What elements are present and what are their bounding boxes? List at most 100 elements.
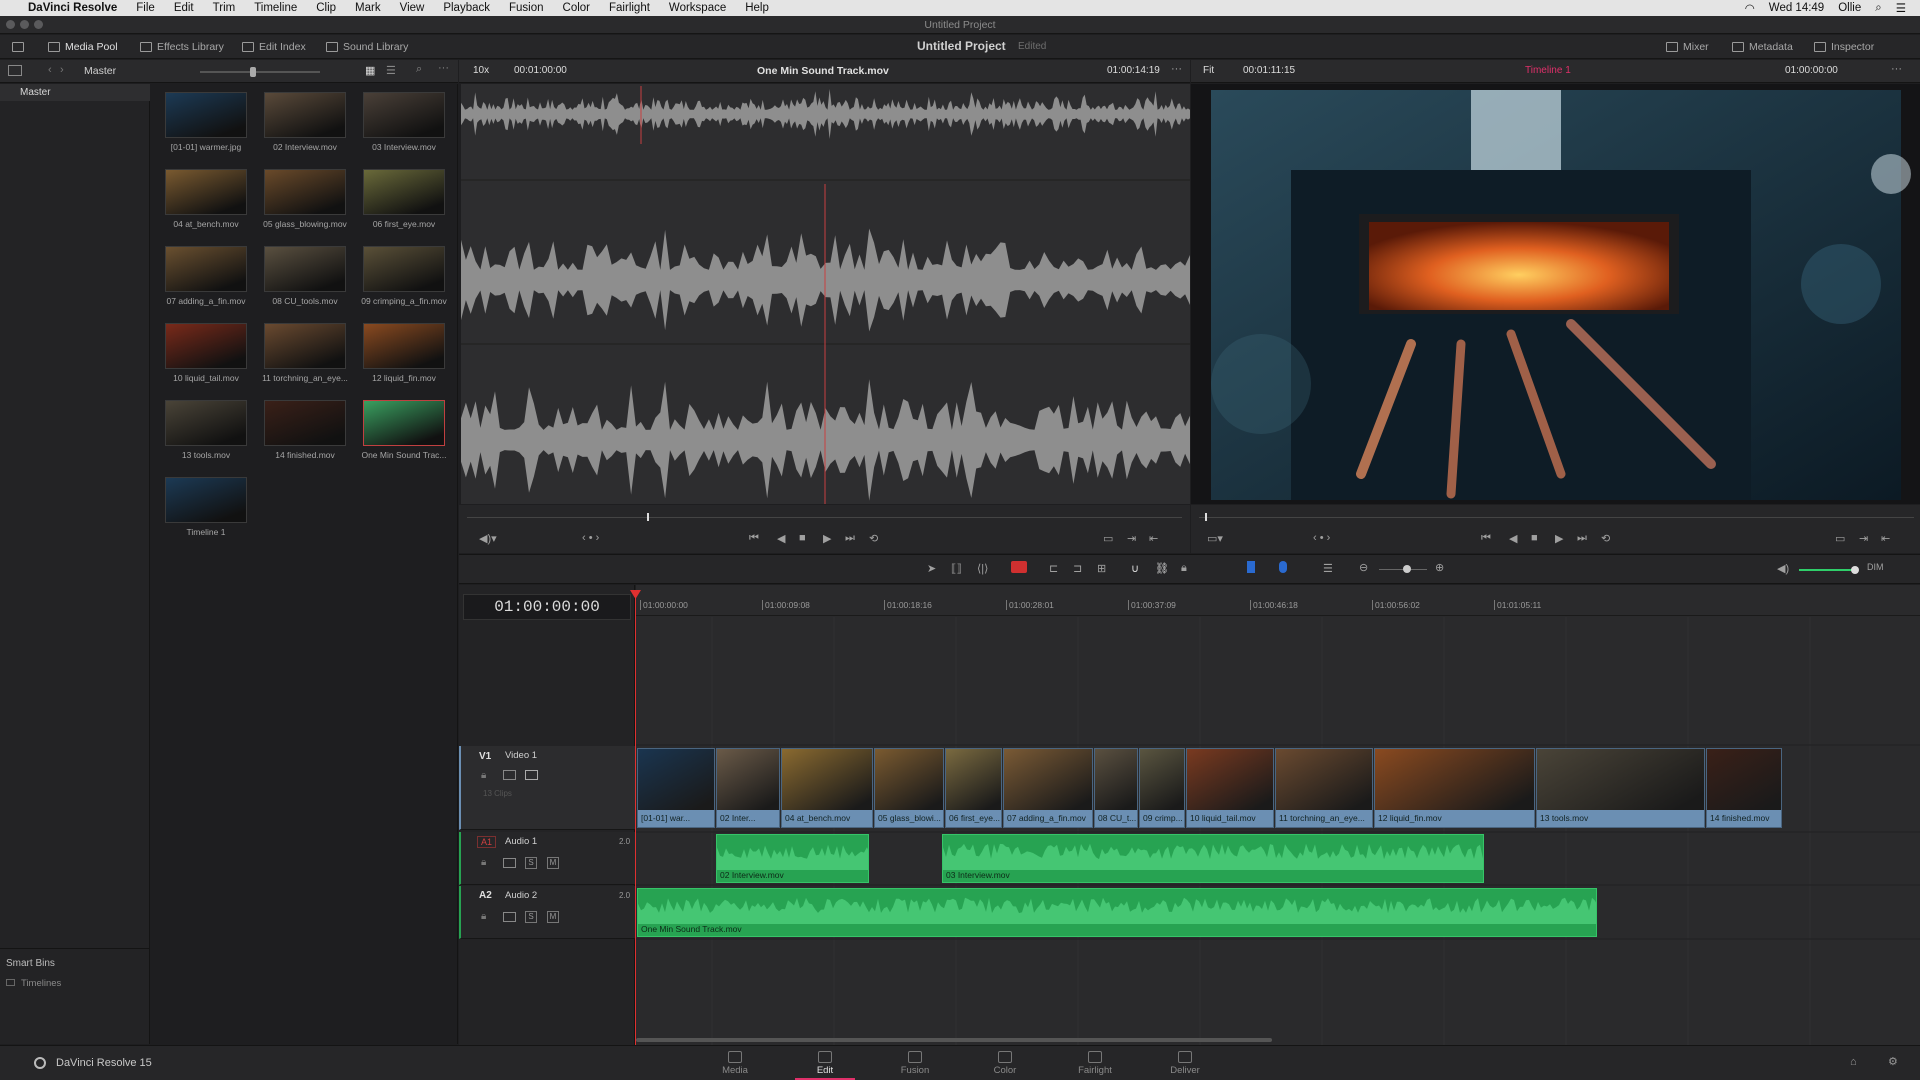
match-frame-icon[interactable]: ▭ [1103, 532, 1113, 545]
viewer-fit-dropdown[interactable]: Fit [1203, 65, 1214, 76]
insert-clip-icon[interactable]: ⊏ [1049, 562, 1058, 575]
jog-control-icon[interactable]: ‹ • › [1313, 532, 1330, 544]
mark-in-icon[interactable]: ⇥ [1127, 532, 1136, 545]
wifi-icon[interactable]: ◠ [1745, 1, 1755, 15]
timeline-horizontal-scrollbar[interactable] [636, 1038, 1272, 1042]
zoom-window-button[interactable] [34, 20, 43, 29]
flag-icon[interactable] [1247, 561, 1255, 573]
timeline-playhead[interactable] [635, 596, 636, 1045]
toggle-panel-icon[interactable] [12, 39, 24, 55]
inspector-button[interactable]: Inspector [1814, 39, 1874, 55]
replace-clip-icon[interactable]: ⊞ [1097, 562, 1106, 575]
play-icon[interactable]: ▶ [1555, 532, 1563, 545]
mark-out-icon[interactable]: ⇤ [1149, 532, 1158, 545]
bin-master[interactable]: Master [0, 84, 150, 101]
more-options-icon[interactable]: ··· [438, 62, 449, 74]
menu-workspace[interactable]: Workspace [669, 2, 726, 14]
menu-trim[interactable]: Trim [213, 2, 236, 14]
stop-icon[interactable]: ■ [1531, 532, 1538, 544]
timeline-video-clip[interactable]: [01-01] war... [637, 748, 715, 828]
solo-button[interactable]: S [525, 857, 537, 869]
media-pool-clip-thumbnail[interactable] [363, 400, 445, 446]
jog-control-icon[interactable]: ‹ • › [582, 532, 599, 544]
menu-color[interactable]: Color [563, 2, 590, 14]
media-pool-clip-name[interactable]: 06 first_eye.mov [354, 219, 454, 229]
menu-clip[interactable]: Clip [316, 2, 336, 14]
timeline-view-options-icon[interactable]: ☰ [1323, 562, 1333, 575]
menu-fusion[interactable]: Fusion [509, 2, 544, 14]
match-frame-icon[interactable]: ▭ [1835, 532, 1845, 545]
media-pool-clip-thumbnail[interactable] [165, 246, 247, 292]
metadata-button[interactable]: Metadata [1732, 39, 1793, 55]
volume-slider-handle[interactable] [1851, 566, 1859, 574]
timeline-video-clip[interactable]: 08 CU_t... [1094, 748, 1138, 828]
track-name[interactable]: Video 1 [505, 750, 537, 761]
overwrite-clip-icon[interactable]: ⊐ [1073, 562, 1082, 575]
minimize-window-button[interactable] [20, 20, 29, 29]
loop-icon[interactable]: ⟲ [869, 532, 878, 545]
media-pool-clip-thumbnail[interactable] [363, 169, 445, 215]
viewer-more-icon[interactable]: ··· [1891, 63, 1902, 75]
jump-to-start-icon[interactable]: ⏮ [749, 532, 759, 545]
notification-icon[interactable]: ☰ [1896, 1, 1906, 15]
timeline-current-timecode[interactable]: 01:00:00:00 [463, 594, 631, 620]
media-pool-clip-thumbnail[interactable] [264, 169, 346, 215]
media-pool-clip-name[interactable]: 05 glass_blowing.mov [255, 219, 355, 229]
track-name[interactable]: Audio 1 [505, 836, 537, 847]
timeline-video-clip[interactable]: 02 Inter... [716, 748, 780, 828]
media-pool-clip-thumbnail[interactable] [165, 400, 247, 446]
track-id[interactable]: A1 [477, 836, 497, 848]
media-pool-clip-thumbnail[interactable] [264, 246, 346, 292]
play-icon[interactable]: ▶ [823, 532, 831, 545]
timeline-video-clip[interactable]: 09 crimp... [1139, 748, 1185, 828]
edit-index-button[interactable]: Edit Index [242, 39, 306, 55]
next-edit-icon[interactable]: ⇥ [1859, 532, 1868, 545]
media-pool-clip-name[interactable]: 07 adding_a_fin.mov [156, 296, 256, 306]
mute-button[interactable]: M [547, 911, 559, 923]
source-scrubber[interactable] [467, 517, 1182, 518]
source-timecode-in[interactable]: 00:01:00:00 [514, 65, 567, 76]
media-pool-clip-thumbnail[interactable] [165, 169, 247, 215]
mixer-button[interactable]: Mixer [1666, 39, 1709, 55]
page-tab-edit[interactable]: Edit [795, 1046, 855, 1080]
search-icon[interactable]: ⌕ [416, 63, 422, 76]
timeline-video-clip[interactable]: 10 liquid_tail.mov [1186, 748, 1274, 828]
timeline-audio-clip[interactable]: 02 Interview.mov [716, 834, 869, 883]
media-pool-clip-thumbnail[interactable] [363, 323, 445, 369]
media-pool-clip-name[interactable]: One Min Sound Trac... [354, 450, 454, 460]
sound-library-button[interactable]: Sound Library [326, 39, 408, 55]
media-pool-clip-name[interactable]: 04 at_bench.mov [156, 219, 256, 229]
media-pool-clip-name[interactable]: 08 CU_tools.mov [255, 296, 355, 306]
source-zoom-dropdown[interactable]: 10x [473, 65, 489, 76]
track-id[interactable]: A2 [479, 890, 492, 901]
snapping-icon[interactable]: ∪ [1131, 562, 1139, 575]
trim-tool-icon[interactable]: ⟦⟧ [951, 562, 962, 575]
smart-bin-timelines[interactable]: Timelines [6, 977, 61, 989]
page-tab-media[interactable]: Media [705, 1046, 765, 1080]
jump-to-end-icon[interactable]: ⏭ [1577, 532, 1587, 545]
menu-mark[interactable]: Mark [355, 2, 381, 14]
timeline-audio-clip[interactable]: 03 Interview.mov [942, 834, 1484, 883]
spotlight-icon[interactable]: ⌕ [1875, 2, 1881, 15]
media-pool-button[interactable]: Media Pool [48, 39, 118, 55]
timeline-viewer-scrubber-handle[interactable] [1205, 513, 1207, 521]
zoom-out-icon[interactable]: ⊖ [1359, 561, 1368, 574]
mute-button[interactable]: M [547, 857, 559, 869]
media-pool-clip-thumbnail[interactable] [363, 246, 445, 292]
timeline-name-dropdown[interactable]: Timeline 1 [1525, 65, 1571, 76]
media-pool-clip-name[interactable]: 03 Interview.mov [354, 142, 454, 152]
menu-edit[interactable]: Edit [174, 2, 194, 14]
blade-tool-icon[interactable] [1011, 561, 1027, 573]
source-more-icon[interactable]: ··· [1171, 63, 1182, 75]
toggle-video-icon[interactable] [525, 770, 538, 780]
reverse-play-icon[interactable]: ◀ [1509, 532, 1517, 545]
menu-timeline[interactable]: Timeline [254, 2, 297, 14]
media-pool-clip-name[interactable]: [01-01] warmer.jpg [156, 142, 256, 152]
timeline-ruler[interactable]: 01:00:00:00 01:00:09:08 01:00:18:16 01:00:2… [636, 592, 1920, 616]
timeline-audio-clip[interactable]: One Min Sound Track.mov [637, 888, 1597, 937]
track-name[interactable]: Audio 2 [505, 890, 537, 901]
media-pool-clip-thumbnail[interactable] [264, 400, 346, 446]
source-timecode-out[interactable]: 01:00:14:19 [1107, 65, 1160, 76]
dynamic-trim-icon[interactable]: ⟨|⟩ [977, 562, 988, 575]
menu-fairlight[interactable]: Fairlight [609, 2, 650, 14]
